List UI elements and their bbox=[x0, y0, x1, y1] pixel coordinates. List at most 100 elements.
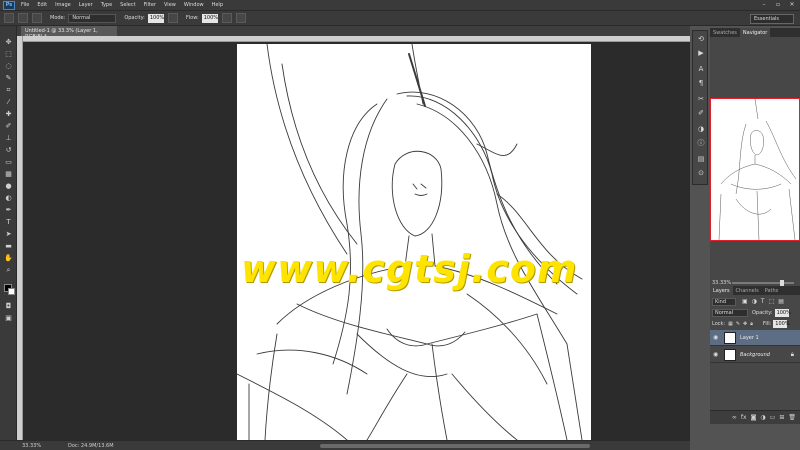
clone-stamp-tool-icon[interactable]: ⊥ bbox=[4, 134, 13, 142]
delete-layer-icon[interactable]: 🗑︎ bbox=[788, 414, 796, 421]
new-group-icon[interactable]: ▭ bbox=[770, 414, 776, 421]
link-layers-icon[interactable]: ∞ bbox=[732, 414, 737, 421]
filter-pixel-icon[interactable]: ▣ bbox=[742, 298, 748, 305]
pressure-size-icon[interactable] bbox=[235, 13, 246, 23]
adjustment-layer-icon[interactable]: ◑ bbox=[760, 414, 765, 421]
new-layer-icon[interactable]: ⊞ bbox=[779, 414, 784, 421]
menu-layer[interactable]: Layer bbox=[79, 2, 93, 8]
airbrush-icon[interactable] bbox=[221, 13, 232, 23]
brush-size-picker-icon[interactable] bbox=[18, 13, 28, 23]
menu-view[interactable]: View bbox=[164, 2, 176, 8]
screen-mode-icon[interactable]: ▣ bbox=[4, 314, 13, 322]
history-brush-tool-icon[interactable]: ↺ bbox=[4, 146, 13, 154]
navigator-preview-area bbox=[710, 98, 800, 241]
menu-file[interactable]: File bbox=[21, 2, 29, 8]
history-panel-icon[interactable]: ⟲ bbox=[696, 35, 706, 44]
tool-presets-panel-icon[interactable]: ✂ bbox=[696, 95, 706, 104]
eye-icon[interactable]: ◉ bbox=[713, 334, 721, 341]
pen-tool-icon[interactable]: ✒ bbox=[4, 206, 13, 214]
blend-mode-select[interactable]: Normal bbox=[712, 308, 748, 317]
brush-panel-toggle-icon[interactable] bbox=[32, 13, 42, 23]
tab-layers[interactable]: Layers bbox=[710, 286, 733, 295]
menu-image[interactable]: Image bbox=[55, 2, 71, 8]
filter-adjustment-icon[interactable]: ◑ bbox=[752, 298, 757, 305]
tab-navigator[interactable]: Navigator bbox=[739, 28, 771, 37]
marquee-tool-icon[interactable]: ⬚ bbox=[4, 50, 13, 58]
menu-help[interactable]: Help bbox=[212, 2, 223, 8]
flow-field[interactable]: 100% bbox=[201, 13, 218, 23]
brush-tool-preset-icon[interactable] bbox=[4, 13, 14, 23]
brush-panel-icon[interactable]: ✐ bbox=[696, 109, 706, 118]
lock-all-icon[interactable]: 🔒︎ bbox=[750, 321, 753, 327]
navigator-zoom-slider[interactable] bbox=[732, 280, 794, 286]
horizontal-scrollbar[interactable] bbox=[320, 444, 590, 448]
shape-tool-icon[interactable]: ▬ bbox=[4, 242, 13, 250]
tab-channels[interactable]: Channels bbox=[733, 286, 762, 295]
paragraph-panel-icon[interactable]: ¶ bbox=[696, 79, 706, 88]
layer-opacity-field[interactable]: 100% bbox=[774, 308, 791, 317]
filter-smart-object-icon[interactable]: ▤ bbox=[778, 298, 784, 305]
menu-edit[interactable]: Edit bbox=[37, 2, 47, 8]
zoom-tool-icon[interactable]: ⌕ bbox=[4, 266, 13, 274]
crop-tool-icon[interactable]: ⌗ bbox=[4, 86, 13, 94]
dodge-tool-icon[interactable]: ◐ bbox=[4, 194, 13, 202]
zoom-level[interactable]: 33.33% bbox=[22, 443, 41, 449]
lasso-tool-icon[interactable]: ◌ bbox=[4, 62, 13, 70]
layer-style-icon[interactable]: fx bbox=[741, 414, 747, 421]
doc-size-info[interactable]: Doc: 24.9M/13.6M bbox=[68, 443, 114, 449]
document-tab[interactable]: Untitled-1 @ 33.3% (Layer 1, RGB/8) * bbox=[21, 26, 117, 40]
properties-panel-icon[interactable]: ▤ bbox=[696, 155, 706, 164]
watermark-text: www.cgtsj.com bbox=[241, 247, 578, 291]
eyedropper-tool-icon[interactable]: ⁄ bbox=[4, 98, 13, 106]
lock-transparent-icon[interactable]: ▦ bbox=[728, 321, 733, 327]
menu-type[interactable]: Type bbox=[101, 2, 112, 8]
pressure-opacity-icon[interactable] bbox=[167, 13, 178, 23]
character-panel-icon[interactable]: A bbox=[696, 65, 706, 74]
panel-icon-dock: ⟲ ▶ A ¶ ✂ ✐ ◑ ⓘ ▤ ⊙ bbox=[692, 30, 708, 185]
path-select-tool-icon[interactable]: ➤ bbox=[4, 230, 13, 238]
opacity-field[interactable]: 100% bbox=[147, 13, 164, 23]
workspace-select[interactable]: Essentials bbox=[750, 14, 794, 24]
quick-select-tool-icon[interactable]: ✎ bbox=[4, 74, 13, 82]
lock-pixels-icon[interactable]: ✎ bbox=[736, 321, 740, 327]
layer-row[interactable]: ◉ Layer 1 bbox=[710, 330, 800, 346]
lock-position-icon[interactable]: ✥ bbox=[743, 321, 747, 327]
canvas-area[interactable]: www.cgtsj.com bbox=[23, 42, 690, 440]
blur-tool-icon[interactable]: ● bbox=[4, 182, 13, 190]
lock-fill-row: Lock: ▦ ✎ ✥ 🔒︎ Fill: 100% bbox=[712, 319, 798, 328]
adjustments-panel-icon[interactable]: ◑ bbox=[696, 125, 706, 134]
minimize-button[interactable]: – bbox=[760, 1, 768, 8]
navigator-preview[interactable] bbox=[710, 98, 800, 241]
menu-filter[interactable]: Filter bbox=[144, 2, 156, 8]
background-color-swatch[interactable] bbox=[8, 288, 15, 295]
lock-icon: 🔒︎ bbox=[790, 350, 794, 358]
options-bar: Mode: Normal Opacity: 100% Flow: 100% Es… bbox=[0, 10, 800, 26]
document-canvas[interactable] bbox=[236, 43, 591, 440]
eraser-tool-icon[interactable]: ▭ bbox=[4, 158, 13, 166]
layer-fill-field[interactable]: 100% bbox=[773, 319, 790, 328]
layer-mask-icon[interactable]: ◙ bbox=[751, 414, 757, 421]
menu-window[interactable]: Window bbox=[184, 2, 204, 8]
clone-source-panel-icon[interactable]: ⊙ bbox=[696, 169, 706, 178]
move-tool-icon[interactable]: ✥ bbox=[4, 38, 13, 46]
filter-shape-icon[interactable]: ⬚ bbox=[769, 298, 775, 305]
restore-button[interactable]: ▫ bbox=[774, 1, 782, 8]
menu-select[interactable]: Select bbox=[120, 2, 135, 8]
brush-tool-icon[interactable]: ✐ bbox=[4, 122, 13, 130]
actions-panel-icon[interactable]: ▶ bbox=[696, 49, 706, 58]
eye-icon[interactable]: ◉ bbox=[713, 351, 721, 358]
hand-tool-icon[interactable]: ✋ bbox=[4, 254, 13, 262]
tools-panel: ✥ ⬚ ◌ ✎ ⌗ ⁄ ✚ ✐ ⊥ ↺ ▭ ▦ ● ◐ ✒ T ➤ ▬ ✋ ⌕ … bbox=[0, 26, 17, 442]
gradient-tool-icon[interactable]: ▦ bbox=[4, 170, 13, 178]
tab-paths[interactable]: Paths bbox=[762, 286, 782, 295]
type-tool-icon[interactable]: T bbox=[4, 218, 13, 226]
healing-brush-tool-icon[interactable]: ✚ bbox=[4, 110, 13, 118]
tab-swatches[interactable]: Swatches bbox=[710, 28, 740, 37]
info-panel-icon[interactable]: ⓘ bbox=[696, 139, 706, 148]
close-button[interactable]: ✕ bbox=[788, 1, 796, 8]
filter-type-icon[interactable]: T bbox=[761, 298, 765, 305]
quick-mask-icon[interactable]: ◘ bbox=[4, 302, 13, 310]
layer-row[interactable]: ◉ Background 🔒︎ bbox=[710, 347, 800, 363]
layer-kind-filter[interactable]: Kind bbox=[712, 297, 736, 306]
mode-select[interactable]: Normal bbox=[68, 13, 117, 23]
